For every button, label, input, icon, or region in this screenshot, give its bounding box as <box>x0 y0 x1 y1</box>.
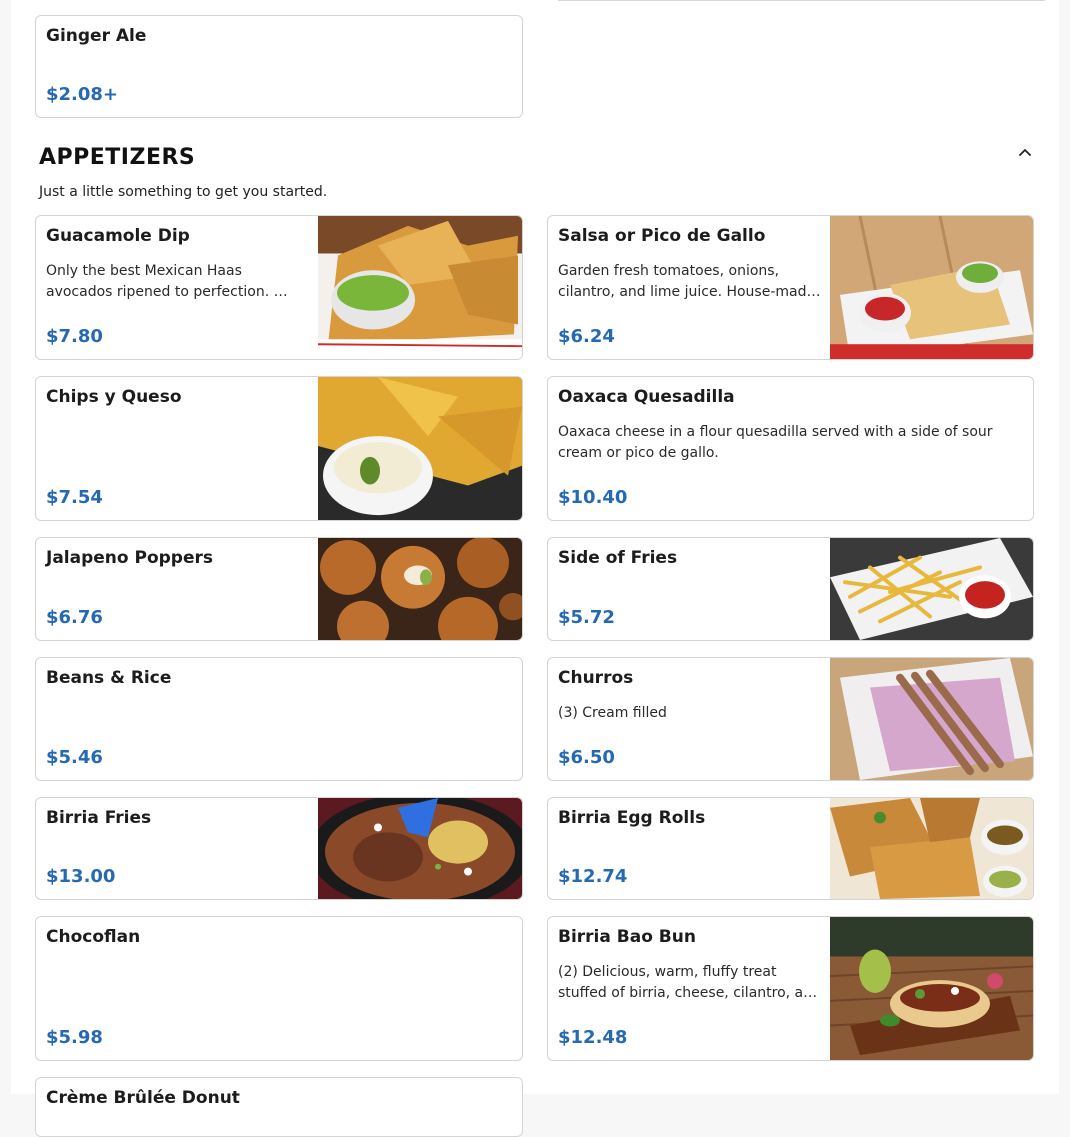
item-name: Crème Brûlée Donut <box>46 1088 240 1108</box>
birria-bao-photo <box>830 917 1033 1060</box>
menu-item-card[interactable]: Birria Egg Rolls $12.74 <box>547 797 1034 900</box>
jalapeno-poppers-photo <box>318 538 522 640</box>
menu-page: Ginger Ale $2.08+ APPETIZERS Just a litt… <box>11 0 1059 1137</box>
item-name: Oaxaca Quesadilla <box>558 387 735 407</box>
guacamole-chips-photo <box>318 216 522 359</box>
item-name: Birria Fries <box>46 808 152 828</box>
item-price: $2.08+ <box>46 84 119 105</box>
menu-item-card[interactable]: Chocoflan $5.98 <box>35 916 523 1061</box>
birria-fries-photo <box>318 798 522 899</box>
salsa-chips-photo <box>830 216 1033 359</box>
item-price: $6.24 <box>558 326 615 347</box>
menu-item-card[interactable]: Guacamole Dip Only the best Mexican Haas… <box>35 215 523 360</box>
menu-item-card[interactable]: Crème Brûlée Donut <box>35 1077 523 1137</box>
menu-item-card[interactable]: Oaxaca Quesadilla Oaxaca cheese in a flo… <box>547 376 1034 521</box>
collapse-section-button[interactable] <box>1013 140 1037 164</box>
fries-photo <box>830 538 1033 640</box>
item-name: Birria Bao Bun <box>558 927 696 947</box>
item-price: $6.76 <box>46 607 103 628</box>
item-name: Chips y Queso <box>46 387 182 407</box>
item-name: Guacamole Dip <box>46 226 190 246</box>
section-subtitle: Just a little something to get you start… <box>39 184 328 200</box>
item-description: (2) Delicious, warm, fluffy treat stuffe… <box>558 964 821 1001</box>
item-name: Jalapeno Poppers <box>46 548 214 568</box>
birria-egg-rolls-photo <box>830 798 1033 899</box>
item-description: Oaxaca cheese in a flour quesadilla serv… <box>558 424 993 461</box>
divider <box>558 0 1045 1</box>
item-price: $5.72 <box>558 607 615 628</box>
item-price: $6.50 <box>558 747 615 768</box>
menu-item-card[interactable]: Jalapeno Poppers $6.76 <box>35 537 523 641</box>
chevron-up-icon <box>1019 149 1031 156</box>
item-description: Garden fresh tomatoes, onions, cilantro,… <box>558 263 816 300</box>
item-price: $7.80 <box>46 326 103 347</box>
item-price: $12.74 <box>558 866 628 887</box>
section-title: APPETIZERS <box>39 145 196 170</box>
menu-item-card[interactable]: Birria Bao Bun (2) Delicious, warm, fluf… <box>547 916 1034 1061</box>
item-name: Birria Egg Rolls <box>558 808 706 828</box>
item-price: $5.98 <box>46 1027 103 1048</box>
item-price: $12.48 <box>558 1027 628 1048</box>
item-description: (3) Cream filled <box>558 705 667 721</box>
item-name: Chocoflan <box>46 927 141 947</box>
item-name: Salsa or Pico de Gallo <box>558 226 766 246</box>
churros-photo <box>830 658 1033 780</box>
item-price: $7.54 <box>46 487 103 508</box>
item-name: Churros <box>558 668 634 688</box>
item-name: Ginger Ale <box>46 26 147 46</box>
item-description: Only the best Mexican Haas avocados ripe… <box>46 263 296 300</box>
menu-item-card[interactable]: Side of Fries $5.72 <box>547 537 1034 641</box>
menu-item-card[interactable]: Salsa or Pico de Gallo Garden fresh toma… <box>547 215 1034 360</box>
item-price: $13.00 <box>46 866 116 887</box>
item-name: Side of Fries <box>558 548 678 568</box>
menu-item-card[interactable]: Churros (3) Cream filled $6.50 <box>547 657 1034 781</box>
item-price: $5.46 <box>46 747 103 768</box>
chips-queso-photo <box>318 377 522 520</box>
menu-item-card[interactable]: Beans & Rice $5.46 <box>35 657 523 781</box>
menu-item-card[interactable]: Chips y Queso $7.54 <box>35 376 523 521</box>
item-name: Beans & Rice <box>46 668 172 688</box>
menu-item-card[interactable]: Ginger Ale $2.08+ <box>35 15 523 118</box>
menu-item-card[interactable]: Birria Fries $13.00 <box>35 797 523 900</box>
item-price: $10.40 <box>558 487 628 508</box>
